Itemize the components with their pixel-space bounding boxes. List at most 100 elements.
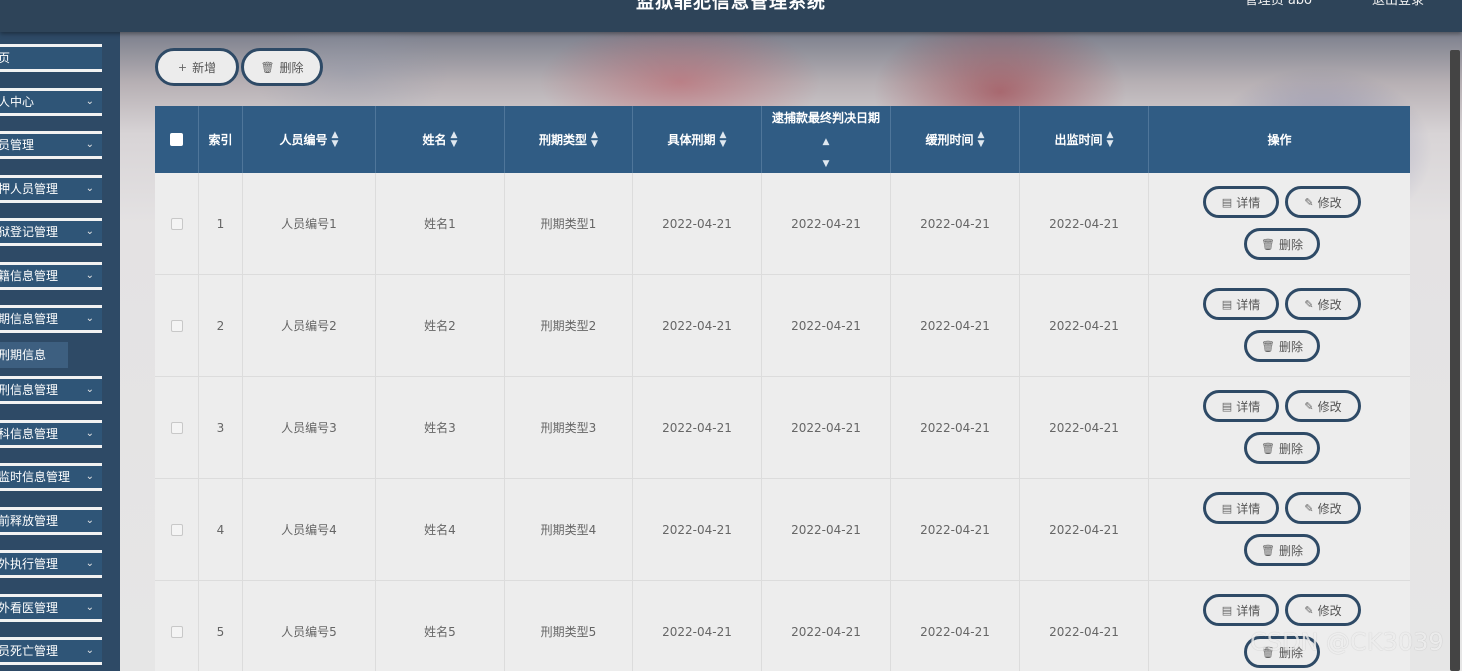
edit-button[interactable]: ✎ 修改 [1285,594,1361,626]
sidebar-item-label: 刑信息管理 [0,383,59,397]
sort-icon[interactable]: ▲ ▼ [1107,130,1114,149]
edit-button[interactable]: ✎ 修改 [1285,390,1361,422]
edit-button[interactable]: ✎ 修改 [1285,288,1361,320]
cell-actions: ▤ 详情 ✎ 修改 🗑 删除 [1149,275,1410,376]
sidebar-item-label: 外执行管理 [0,557,59,571]
trash-icon: 🗑 [1261,543,1275,557]
cell-reprieve-time: 2022-04-21 [891,275,1020,376]
chevron-down-icon: ⌄ [85,96,94,107]
cell-arrest-date: 2022-04-21 [762,173,891,274]
column-header-term[interactable]: 具体刑期 ▲ ▼ [633,106,762,173]
sidebar-item-department[interactable]: 科信息管理 ⌄ [0,420,102,448]
row-checkbox[interactable] [170,625,183,638]
sidebar-item-punishment[interactable]: 刑信息管理 ⌄ [0,376,102,404]
sidebar-item-outside-execution[interactable]: 外执行管理 ⌄ [0,550,102,578]
row-checkbox[interactable] [170,421,183,434]
top-header: 监狱罪犯信息管理系统 管理员 abo 退出登录 [0,0,1462,32]
cell-sentence-type: 刑期类型2 [505,275,633,376]
sidebar-item-label: 籍信息管理 [0,269,59,283]
cell-actions: ▤ 详情 ✎ 修改 🗑 删除 [1149,479,1410,580]
sidebar-item-medical[interactable]: 外看医管理 ⌄ [0,594,102,622]
detail-button[interactable]: ▤ 详情 [1203,594,1279,626]
sort-icon[interactable]: ▲ ▼ [591,130,598,149]
batch-delete-button-label: 删除 [279,60,304,75]
sidebar-item-death[interactable]: 员死亡管理 ⌄ [0,637,102,665]
column-header-release-time[interactable]: 出监时间 ▲ ▼ [1020,106,1149,173]
document-icon: ▤ [1221,603,1233,617]
delete-button[interactable]: 🗑 删除 [1244,228,1320,260]
column-header-arrest-date[interactable]: 逮捕款最终判决日期 ▲ ▼ [762,106,891,173]
delete-button[interactable]: 🗑 删除 [1244,432,1320,464]
sidebar-item-sentence[interactable]: 期信息管理 ⌄ [0,305,102,333]
cell-arrest-date: 2022-04-21 [762,479,891,580]
sidebar-item-label: 人中心 [0,95,35,109]
column-header-name[interactable]: 姓名 ▲ ▼ [376,106,505,173]
select-all-header[interactable] [155,106,199,173]
detail-button[interactable]: ▤ 详情 [1203,390,1279,422]
column-header-reprieve-time[interactable]: 缓刑时间 ▲ ▼ [891,106,1020,173]
logout-link[interactable]: 退出登录 [1372,0,1424,8]
add-button-label: 新增 [192,60,217,75]
detail-button-label: 详情 [1236,399,1261,414]
sidebar-item-registration[interactable]: 狱登记管理 ⌄ [0,218,102,246]
edit-button-label: 修改 [1317,501,1342,516]
chevron-down-icon: ⌄ [85,645,94,656]
edit-button[interactable]: ✎ 修改 [1285,186,1361,218]
column-header-person-no[interactable]: 人员编号 ▲ ▼ [243,106,376,173]
sidebar-item-label: 页 [0,51,11,65]
column-header-actions: 操作 [1149,106,1410,173]
sort-icon[interactable]: ▲ ▼ [978,130,985,149]
detail-button[interactable]: ▤ 详情 [1203,288,1279,320]
sort-icon[interactable]: ▲ ▼ [720,130,727,149]
cell-name: 姓名2 [376,275,505,376]
table-row: 2 人员编号2 姓名2 刑期类型2 2022-04-21 2022-04-21 … [155,275,1410,377]
detail-button-label: 详情 [1236,195,1261,210]
add-button[interactable]: + 新增 [155,48,239,86]
detail-button[interactable]: ▤ 详情 [1203,492,1279,524]
delete-button[interactable]: 🗑 删除 [1244,534,1320,566]
cell-person-no: 人员编号2 [243,275,376,376]
sidebar-item-home[interactable]: 页 [0,44,102,72]
select-all-checkbox[interactable] [170,133,183,146]
sidebar-item-household[interactable]: 籍信息管理 ⌄ [0,262,102,290]
sidebar-item-temporary[interactable]: 监时信息管理 ⌄ [0,463,102,491]
row-checkbox[interactable] [170,217,183,230]
cell-person-no: 人员编号3 [243,377,376,478]
page-scrollbar[interactable] [1450,50,1460,671]
document-icon: ▤ [1221,501,1233,515]
row-checkbox[interactable] [170,319,183,332]
sidebar-subitem-sentence-info[interactable]: 刑期信息 [0,342,68,368]
row-checkbox[interactable] [170,523,183,536]
sidebar-item-label: 狱登记管理 [0,225,59,239]
chevron-down-icon: ⌄ [85,270,94,281]
delete-button[interactable]: 🗑 删除 [1244,330,1320,362]
sort-icon[interactable]: ▲ ▼ [451,130,458,149]
delete-button-label: 删除 [1278,441,1303,456]
row-select-cell [155,581,199,671]
sidebar-item-label: 押人员管理 [0,182,59,196]
row-select-cell [155,275,199,376]
sidebar-item-personal-center[interactable]: 人中心 ⌄ [0,88,102,116]
chevron-down-icon: ⌄ [85,226,94,237]
cell-index: 5 [199,581,243,671]
pencil-icon: ✎ [1304,603,1314,617]
chevron-down-icon: ⌄ [85,471,94,482]
delete-button-label: 删除 [1278,237,1303,252]
cell-release-time: 2022-04-21 [1020,173,1149,274]
batch-delete-button[interactable]: 🗑 删除 [241,48,323,86]
edit-button[interactable]: ✎ 修改 [1285,492,1361,524]
sidebar-item-detainee[interactable]: 押人员管理 ⌄ [0,175,102,203]
detail-button[interactable]: ▤ 详情 [1203,186,1279,218]
sidebar-item-staff[interactable]: 员管理 ⌄ [0,131,102,159]
row-select-cell [155,173,199,274]
column-header-sentence-type[interactable]: 刑期类型 ▲ ▼ [505,106,633,173]
cell-person-no: 人员编号4 [243,479,376,580]
sort-icon[interactable]: ▲ ▼ [332,130,339,149]
column-header-index: 索引 [199,106,243,173]
trash-icon: 🗑 [260,60,275,74]
sidebar-item-early-release[interactable]: 前释放管理 ⌄ [0,507,102,535]
cell-arrest-date: 2022-04-21 [762,581,891,671]
sort-icon[interactable]: ▲ ▼ [823,137,830,169]
cell-actions: ▤ 详情 ✎ 修改 🗑 删除 [1149,377,1410,478]
chevron-down-icon: ⌄ [85,384,94,395]
